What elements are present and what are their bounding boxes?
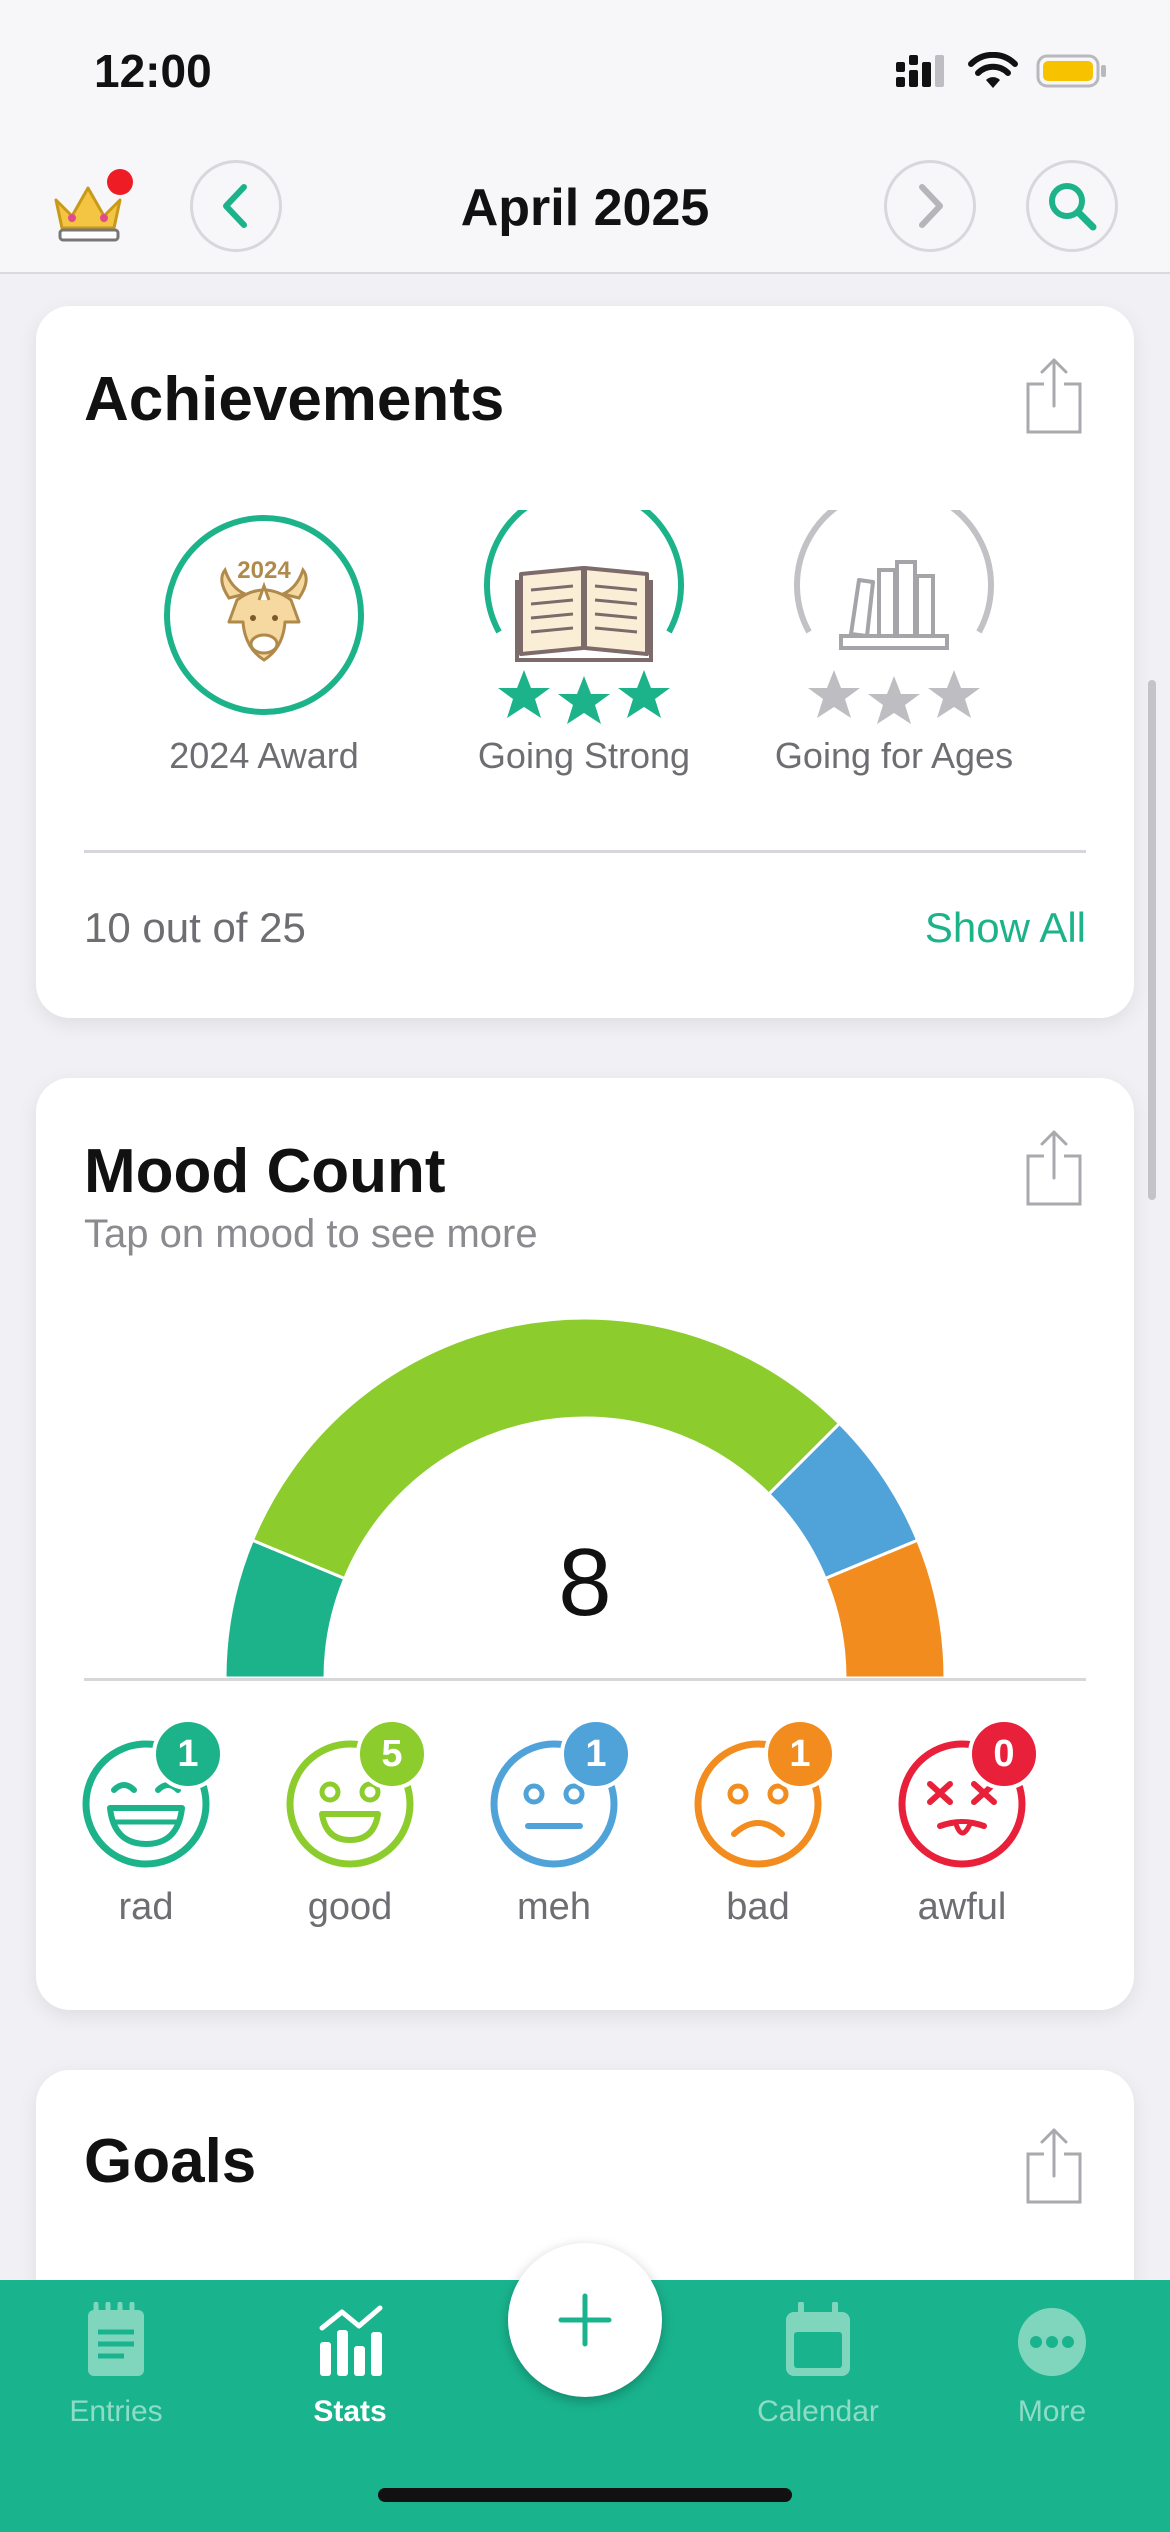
mood-count-badge: 1 <box>152 1718 224 1790</box>
tab-label: More <box>1017 2395 1087 2428</box>
mood-meh[interactable]: 1 meh <box>474 1718 634 1929</box>
calendar-icon <box>786 2301 850 2376</box>
ox-award-icon: 2024 <box>164 515 364 715</box>
previous-month-button[interactable] <box>190 160 282 252</box>
tab-label: Calendar <box>757 2395 879 2428</box>
mood-count-subtitle: Tap on mood to see more <box>84 1212 538 1256</box>
share-icon[interactable] <box>1024 2126 1084 2206</box>
divider <box>84 850 1086 853</box>
search-button[interactable] <box>1026 160 1118 252</box>
tab-more[interactable]: More <box>952 2302 1152 2429</box>
next-month-button[interactable] <box>884 160 976 252</box>
notepad-icon <box>88 2301 144 2376</box>
scroll-indicator[interactable] <box>1148 680 1156 1200</box>
home-indicator <box>378 2488 792 2502</box>
mood-label: awful <box>917 1886 1007 1928</box>
share-icon[interactable] <box>1024 1128 1084 1208</box>
mood-count-badge: 1 <box>560 1718 632 1790</box>
goals-title: Goals <box>84 2127 257 2196</box>
tab-label: Stats <box>313 2395 387 2428</box>
mood-count-badge: 0 <box>968 1718 1040 1790</box>
nav-bar: April 2025 <box>0 140 1170 274</box>
mood-face-container: 1 <box>692 1718 836 1870</box>
three-stars-icon <box>498 670 670 724</box>
mood-count-badge: 5 <box>356 1718 428 1790</box>
achievement-count: 10 out of 25 <box>84 904 306 951</box>
achievement-2024-award[interactable]: 2024 2024 Award <box>114 510 414 777</box>
chevron-right-icon <box>919 184 943 228</box>
tab-label: Entries <box>69 2395 163 2428</box>
achievement-going-strong[interactable]: Going Strong <box>434 485 734 777</box>
mood-good[interactable]: 5 good <box>270 1718 430 1929</box>
crown-icon[interactable] <box>48 162 138 252</box>
mood-rad[interactable]: 1 rad <box>66 1718 226 1929</box>
tab-entries[interactable]: Entries <box>16 2301 216 2429</box>
three-stars-icon <box>808 670 980 724</box>
mood-count-card: Mood Count Tap on mood to see more 8 1 ra… <box>36 1078 1134 2010</box>
mood-bad[interactable]: 1 bad <box>678 1718 838 1929</box>
chevron-left-icon <box>223 184 247 228</box>
mood-face-container: 5 <box>284 1718 428 1870</box>
achievement-label: Going Strong <box>477 735 691 776</box>
award-year-text: 2024 <box>237 557 291 584</box>
wifi-icon <box>968 52 1018 88</box>
tab-stats[interactable]: Stats <box>250 2302 450 2429</box>
mood-label: meh <box>517 1886 591 1928</box>
status-time: 12:00 <box>94 45 212 97</box>
more-dots-icon <box>1018 2308 1086 2376</box>
mood-label: rad <box>118 1886 174 1928</box>
mood-label: bad <box>726 1886 790 1928</box>
mood-count-badge: 1 <box>764 1718 836 1790</box>
battery-icon <box>1036 54 1106 88</box>
mood-count-title: Mood Count <box>84 1137 446 1206</box>
mood-face-container: 0 <box>896 1718 1040 1870</box>
achievements-card: Achievements 2024 2024 Award Going Stron… <box>36 306 1134 1018</box>
search-icon <box>1049 183 1097 231</box>
achievement-going-for-ages[interactable]: Going for Ages <box>744 485 1044 777</box>
mood-face-container: 1 <box>80 1718 224 1870</box>
mood-awful[interactable]: 0 awful <box>882 1718 1042 1929</box>
status-icons <box>894 52 1108 90</box>
tab-calendar[interactable]: Calendar <box>718 2301 918 2429</box>
achievement-label: 2024 Award <box>169 735 359 776</box>
mood-total: 8 <box>558 1529 612 1636</box>
plus-icon <box>558 2293 612 2347</box>
gauge-baseline <box>84 1678 1086 1681</box>
add-entry-button[interactable] <box>508 2243 662 2397</box>
mood-face-container: 1 <box>488 1718 632 1870</box>
achievement-label: Going for Ages <box>774 735 1014 776</box>
cellular-signal-icon <box>896 55 944 87</box>
month-title: April 2025 <box>460 179 710 237</box>
share-icon[interactable] <box>1024 356 1084 436</box>
status-bar: 12:00 <box>0 0 1170 140</box>
achievements-title: Achievements <box>84 365 505 434</box>
mood-label: good <box>307 1886 393 1928</box>
bar-chart-icon <box>319 2305 383 2376</box>
show-all-link[interactable]: Show All <box>925 904 1086 952</box>
